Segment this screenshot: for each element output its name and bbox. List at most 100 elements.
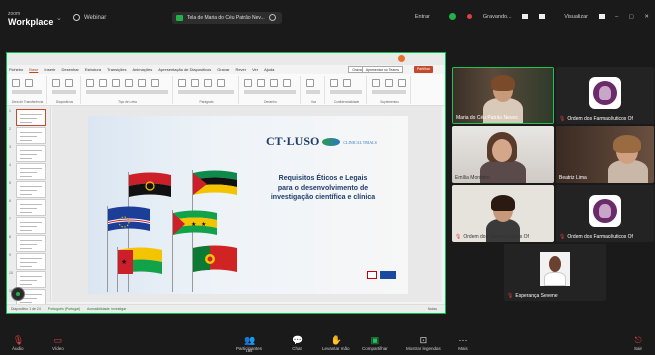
status-accessibility[interactable]: Acessibilidade: investigar: [87, 307, 126, 311]
chat-button[interactable]: 💬 Chat: [292, 336, 303, 352]
participant-tile[interactable]: 🎙 Ordem dos Farmacêuticos Of: [452, 185, 554, 242]
view-button[interactable]: Visualizar: [555, 14, 605, 20]
ppt-menu-item[interactable]: Ver: [252, 67, 258, 72]
audio-button[interactable]: 🎙 Áudio: [12, 336, 24, 352]
ribbon-tool-icon[interactable]: [52, 79, 60, 87]
share-button[interactable]: ▣ Compartilhar: [362, 336, 388, 352]
slide-thumbnail[interactable]: 1: [9, 109, 49, 126]
leave-button[interactable]: ⎋ Sair: [633, 336, 643, 352]
chevron-down-icon[interactable]: ⌄: [56, 14, 62, 22]
ppt-menu-item[interactable]: Transições: [107, 67, 126, 72]
ribbon-tool-icon[interactable]: [306, 79, 314, 87]
minimize-icon[interactable]: –: [615, 14, 618, 20]
guinea-bissau-flag-icon: ★: [118, 247, 162, 274]
stop-record-icon[interactable]: [538, 14, 545, 19]
ribbon-tool-icon[interactable]: [343, 79, 351, 87]
slide-thumbnail[interactable]: 10: [9, 271, 49, 288]
ppt-present-teams-button[interactable]: Apresentar no Teams: [361, 66, 403, 73]
participants-button[interactable]: 👥185 Participantes: [236, 335, 262, 354]
screen-share-pill[interactable]: Tela de Maria do Céu Patrão Nev...: [172, 12, 282, 24]
ribbon-group: Suplementos: [369, 76, 411, 104]
ribbon-tool-icon[interactable]: [270, 79, 278, 87]
participant-tile[interactable]: Beatriz Lima: [556, 126, 654, 183]
maximize-icon[interactable]: ▢: [629, 14, 634, 20]
reactions-float-icon[interactable]: [11, 287, 25, 301]
ribbon-tool-icon[interactable]: [125, 79, 133, 87]
ribbon-tool-icon[interactable]: [12, 79, 20, 87]
slide-thumbnail[interactable]: 7: [9, 217, 49, 234]
webinar-menu[interactable]: Webinar: [73, 14, 106, 21]
ppt-status-bar: Diapositivo 1 de 24 Português (Portugal)…: [7, 304, 445, 313]
ppt-menu-item[interactable]: Ficheiro: [9, 67, 23, 72]
ribbon-tool-icon[interactable]: [151, 79, 159, 87]
video-button[interactable]: ▭ Vídeo: [52, 336, 64, 352]
ppt-menu-item[interactable]: Inserir: [44, 67, 55, 72]
ppt-menu-item[interactable]: Animações: [132, 67, 152, 72]
share-label: Tela de Maria do Céu Patrão Nev...: [187, 15, 265, 21]
ppt-menu-item[interactable]: Gravar: [217, 67, 229, 72]
thumbnail-preview: [16, 145, 46, 162]
raise-hand-button[interactable]: ✋ Levantar mão: [322, 336, 350, 352]
shared-powerpoint-window: Ficheiro Base Inserir Desenhar Estrutura Tran…: [6, 52, 446, 314]
slide-thumbnail[interactable]: 6: [9, 199, 49, 216]
ribbon-tool-icon[interactable]: [385, 79, 393, 87]
ribbon-tool-icon[interactable]: [330, 79, 338, 87]
ribbon-tool-icon[interactable]: [138, 79, 146, 87]
pause-icon[interactable]: [522, 14, 529, 19]
recording-indicator[interactable]: Gravando...: [440, 13, 545, 20]
captions-label: Mostrar legendas: [406, 346, 441, 351]
slide-thumbnail[interactable]: 9: [9, 253, 49, 270]
ribbon-tool-icon[interactable]: [398, 79, 406, 87]
participant-tile[interactable]: 🎙 Ordem dos Farmacêuticos Of: [556, 67, 654, 124]
ribbon-tool-icon[interactable]: [178, 79, 186, 87]
ribbon-tool-icon[interactable]: [372, 79, 380, 87]
ribbon-tool-icon[interactable]: [257, 79, 265, 87]
ribbon-tool-icon[interactable]: [191, 79, 199, 87]
ppt-menu-item[interactable]: Ajuda: [264, 67, 274, 72]
status-notes[interactable]: Notas: [428, 305, 437, 314]
slide-number: 9: [9, 253, 11, 257]
chat-label: Chat: [292, 346, 302, 351]
ribbon-tool-icon[interactable]: [112, 79, 120, 87]
participant-tile[interactable]: Emília Monteiro: [452, 126, 554, 183]
ppt-menu-item[interactable]: Rever: [235, 67, 246, 72]
ppt-menu-item[interactable]: Desenhar: [61, 67, 78, 72]
slide-thumbnail[interactable]: 2: [9, 127, 49, 144]
status-slide-count: Diapositivo 1 de 24: [11, 307, 41, 311]
logo-text: CT·LUSO: [266, 134, 320, 148]
thumbnail-preview: [16, 199, 46, 216]
captions-button[interactable]: ⊡ Mostrar legendas: [406, 336, 441, 352]
more-icon: ⋯: [458, 335, 468, 345]
status-language[interactable]: Português (Portugal): [48, 307, 80, 311]
meeting-controls: 🎙 Áudio ▭ Vídeo 👥185 Participantes 💬 Chat ✋ L…: [0, 333, 655, 355]
participant-tile[interactable]: 🎙 Esperança Sevene: [504, 244, 606, 301]
close-icon[interactable]: ✕: [644, 14, 649, 20]
participant-tile[interactable]: 🎙 Ordem dos Farmacêuticos Of: [556, 185, 654, 242]
ribbon-tool-icon[interactable]: [244, 79, 252, 87]
ppt-menu-item[interactable]: Apresentação de Diapositivos: [158, 67, 211, 72]
slide-thumbnail[interactable]: 3: [9, 145, 49, 162]
slide-thumbnail[interactable]: 5: [9, 181, 49, 198]
ribbon-group: Confidencialidade: [327, 76, 367, 104]
enter-button[interactable]: Entrar: [415, 14, 430, 20]
participant-tile[interactable]: Maria do Céu Patrão Neves: [452, 67, 554, 124]
ribbon-tool-icon[interactable]: [25, 79, 33, 87]
ppt-menu-item[interactable]: Base: [29, 67, 38, 72]
ribbon-tool-icon[interactable]: [86, 79, 94, 87]
participant-name: Emília Monteiro: [455, 175, 490, 181]
user-avatar-icon[interactable]: [398, 55, 405, 62]
ribbon-tool-icon[interactable]: [204, 79, 212, 87]
participants-icon: 👥185: [244, 335, 256, 354]
more-button[interactable]: ⋯ Mais: [458, 335, 468, 352]
ribbon-tool-icon[interactable]: [99, 79, 107, 87]
stop-icon[interactable]: [268, 14, 276, 22]
ribbon-tool-icon[interactable]: [65, 79, 73, 87]
ppt-share-button[interactable]: Partilhar: [413, 66, 433, 73]
participant-name: Maria do Céu Patrão Neves: [456, 115, 518, 121]
ppt-menu-item[interactable]: Estrutura: [85, 67, 101, 72]
slide-thumbnail[interactable]: 4: [9, 163, 49, 180]
slide-number: 1: [9, 109, 11, 113]
slide-thumbnail[interactable]: 8: [9, 235, 49, 252]
ribbon-tool-icon[interactable]: [283, 79, 291, 87]
ribbon-tool-icon[interactable]: [217, 79, 225, 87]
